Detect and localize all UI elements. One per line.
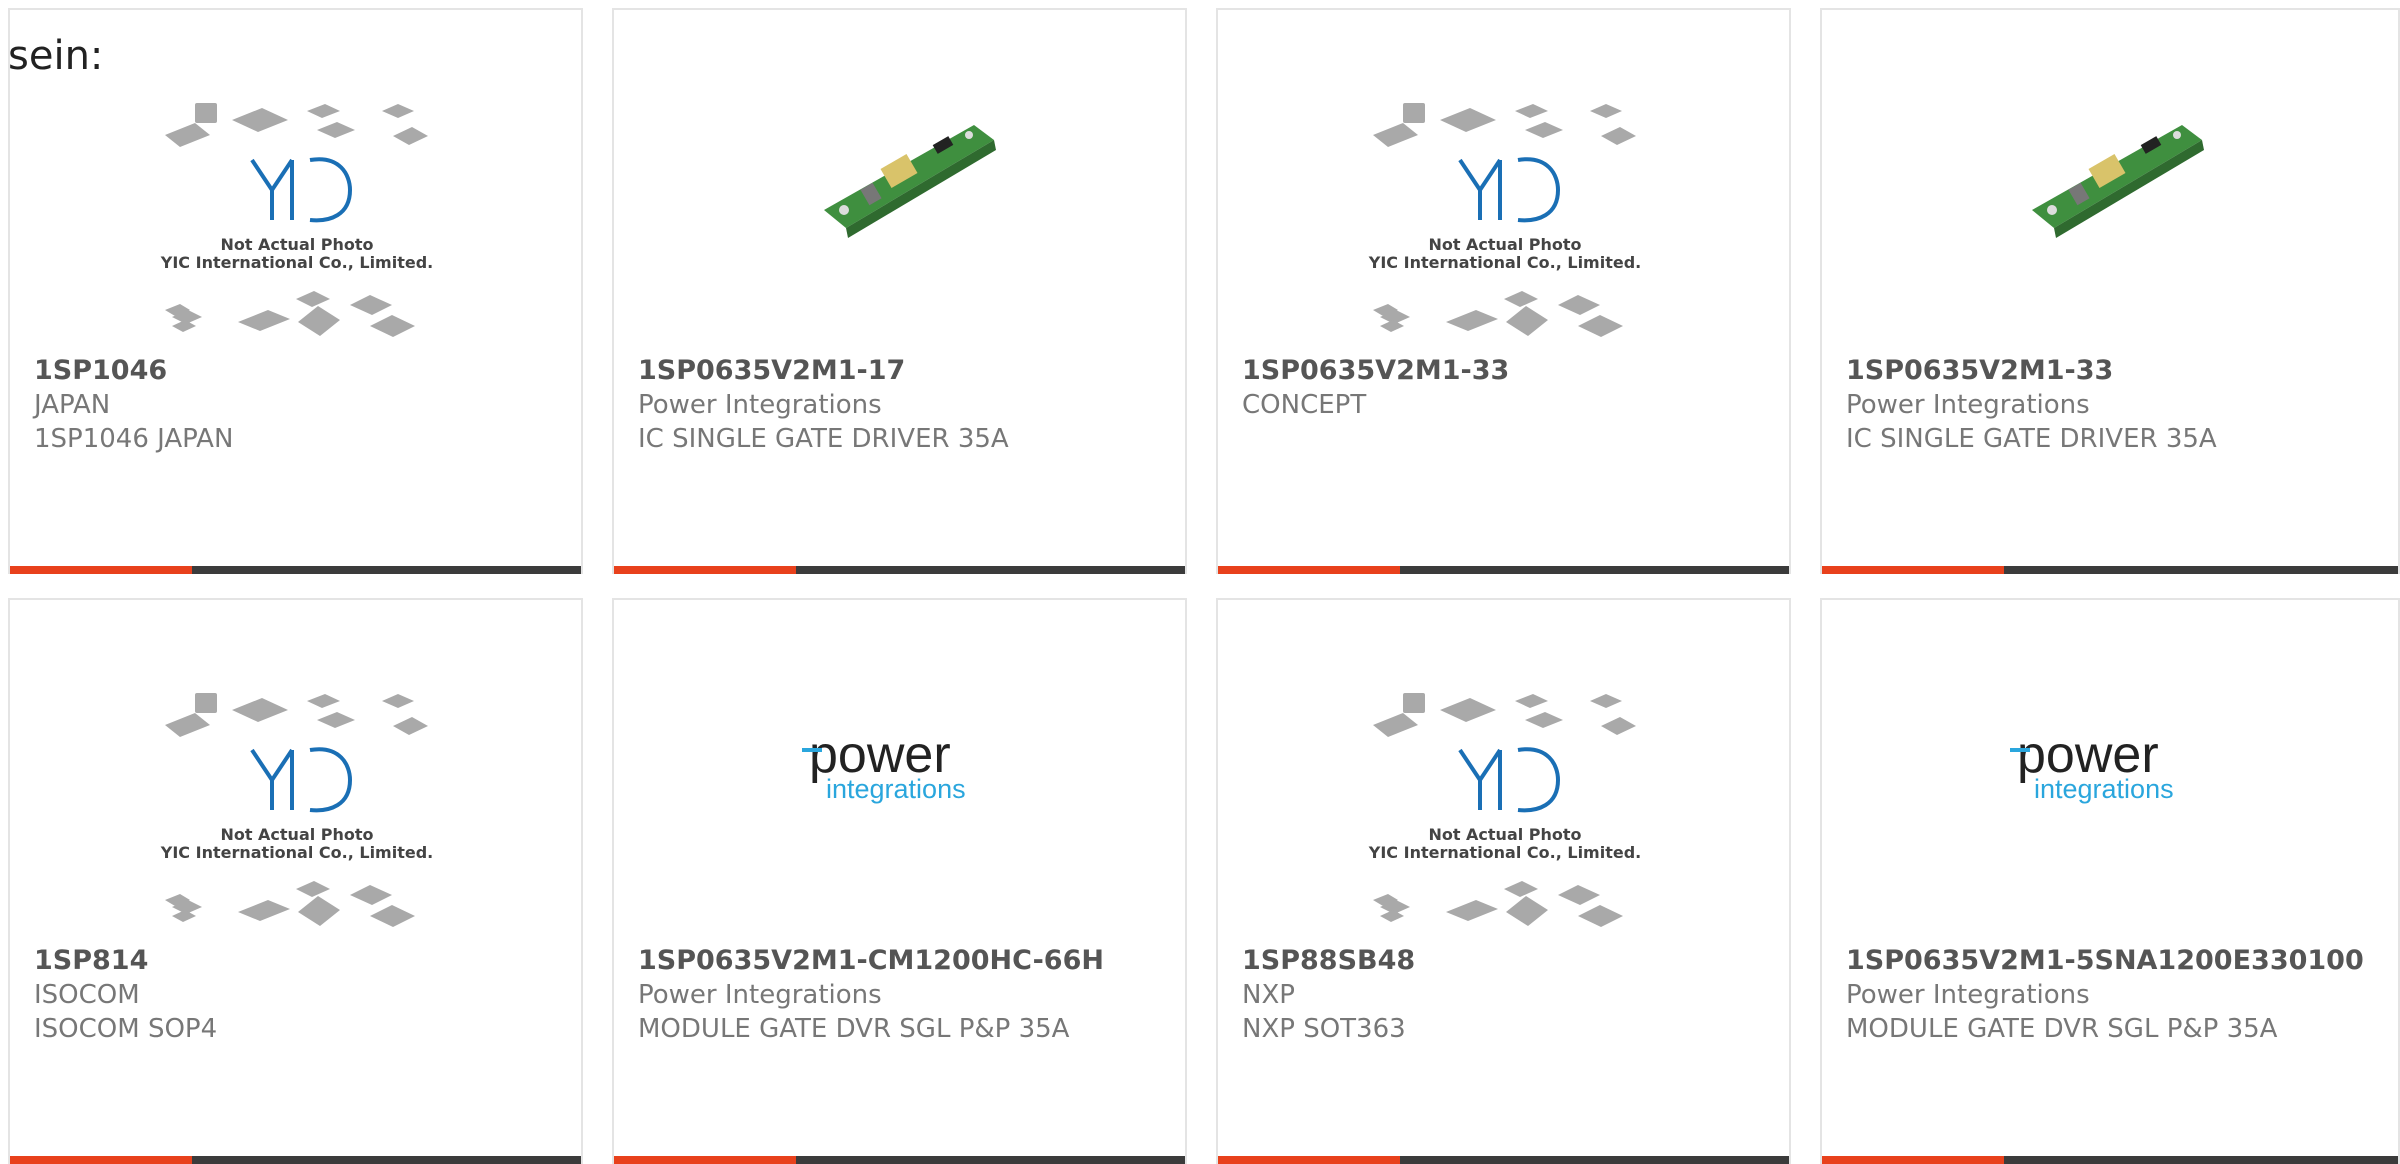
manufacturer: CONCEPT — [1242, 390, 1367, 420]
description: 1SP1046 JAPAN — [34, 424, 234, 454]
manufacturer: Power Integrations — [638, 390, 882, 420]
description: NXP SOT363 — [1242, 1014, 1406, 1044]
product-card[interactable]: Not Actual Photo YIC International Co., … — [1216, 8, 1791, 574]
svg-text:Not Actual Photo: Not Actual Photo — [220, 235, 373, 254]
manufacturer: Power Integrations — [638, 980, 882, 1010]
product-card[interactable]: Not Actual Photo YIC International Co., … — [8, 8, 583, 574]
product-card[interactable]: 1SP0635V2M1-33 Power Integrations IC SIN… — [1820, 8, 2400, 574]
card-bottom-bar — [1822, 1156, 2398, 1164]
svg-text:Not Actual Photo: Not Actual Photo — [1428, 235, 1581, 254]
part-number[interactable]: 1SP88SB48 — [1242, 944, 1779, 978]
manufacturer: Power Integrations — [1846, 980, 2090, 1010]
product-image[interactable]: power integrations — [1822, 600, 2398, 940]
part-number[interactable]: 1SP0635V2M1-33 — [1846, 354, 2388, 388]
product-card[interactable]: power integrations 1SP0635V2M1-5SNA1200E… — [1820, 598, 2400, 1164]
description: MODULE GATE DVR SGL P&P 35A — [1846, 1014, 2278, 1044]
card-bottom-bar — [1218, 566, 1789, 574]
description: IC SINGLE GATE DRIVER 35A — [1846, 424, 2217, 454]
card-bottom-bar — [10, 1156, 581, 1164]
yic-placeholder-icon: Not Actual Photo YIC International Co., … — [1368, 103, 1641, 337]
pcb-board-icon — [824, 125, 996, 238]
product-image[interactable]: Not Actual Photo YIC International Co., … — [1218, 10, 1789, 350]
product-card[interactable]: power integrations 1SP0635V2M1-CM1200HC-… — [612, 598, 1187, 1164]
intro-text: sein: — [8, 33, 104, 79]
description: MODULE GATE DVR SGL P&P 35A — [638, 1014, 1070, 1044]
product-image[interactable]: Not Actual Photo YIC International Co., … — [1218, 600, 1789, 940]
part-number[interactable]: 1SP0635V2M1-17 — [638, 354, 1175, 388]
description: ISOCOM SOP4 — [34, 1014, 218, 1044]
part-number[interactable]: 1SP0635V2M1-CM1200HC-66H — [638, 944, 1175, 978]
yic-placeholder-icon: Not Actual Photo YIC International Co., … — [160, 693, 433, 927]
part-number[interactable]: 1SP1046 — [34, 354, 571, 388]
card-bottom-bar — [614, 566, 1185, 574]
card-bottom-bar — [614, 1156, 1185, 1164]
manufacturer: NXP — [1242, 980, 1295, 1010]
card-bottom-bar — [1218, 1156, 1789, 1164]
product-image[interactable]: Not Actual Photo YIC International Co., … — [10, 600, 581, 940]
svg-text:integrations: integrations — [826, 774, 966, 804]
part-number[interactable]: 1SP0635V2M1-33 — [1242, 354, 1779, 388]
product-card[interactable]: Not Actual Photo YIC International Co., … — [1216, 598, 1791, 1164]
card-bottom-bar — [1822, 566, 2398, 574]
power-integrations-logo-icon: power integrations — [802, 726, 966, 804]
power-integrations-logo-icon: power integrations — [2010, 726, 2174, 804]
product-card[interactable]: 1SP0635V2M1-17 Power Integrations IC SIN… — [612, 8, 1187, 574]
svg-text:Not Actual Photo: Not Actual Photo — [1428, 825, 1581, 844]
part-number[interactable]: 1SP0635V2M1-5SNA1200E330100 — [1846, 944, 2388, 978]
product-card[interactable]: Not Actual Photo YIC International Co., … — [8, 598, 583, 1164]
svg-text:YIC International Co., Limited: YIC International Co., Limited. — [160, 253, 433, 272]
manufacturer: JAPAN — [34, 390, 111, 420]
manufacturer: ISOCOM — [34, 980, 140, 1010]
product-image[interactable] — [1822, 10, 2398, 350]
product-grid: Not Actual Photo YIC International Co., … — [0, 0, 2400, 1164]
product-image[interactable] — [614, 10, 1185, 350]
part-number[interactable]: 1SP814 — [34, 944, 571, 978]
svg-text:integrations: integrations — [2034, 774, 2174, 804]
yic-placeholder-icon: Not Actual Photo YIC International Co., … — [1368, 693, 1641, 927]
svg-text:YIC International Co., Limited: YIC International Co., Limited. — [160, 843, 433, 862]
description: IC SINGLE GATE DRIVER 35A — [638, 424, 1009, 454]
pcb-board-icon — [2032, 125, 2204, 238]
svg-text:Not Actual Photo: Not Actual Photo — [220, 825, 373, 844]
card-bottom-bar — [10, 566, 581, 574]
svg-text:YIC International Co., Limited: YIC International Co., Limited. — [1368, 253, 1641, 272]
manufacturer: Power Integrations — [1846, 390, 2090, 420]
product-image[interactable]: power integrations — [614, 600, 1185, 940]
svg-text:YIC International Co., Limited: YIC International Co., Limited. — [1368, 843, 1641, 862]
